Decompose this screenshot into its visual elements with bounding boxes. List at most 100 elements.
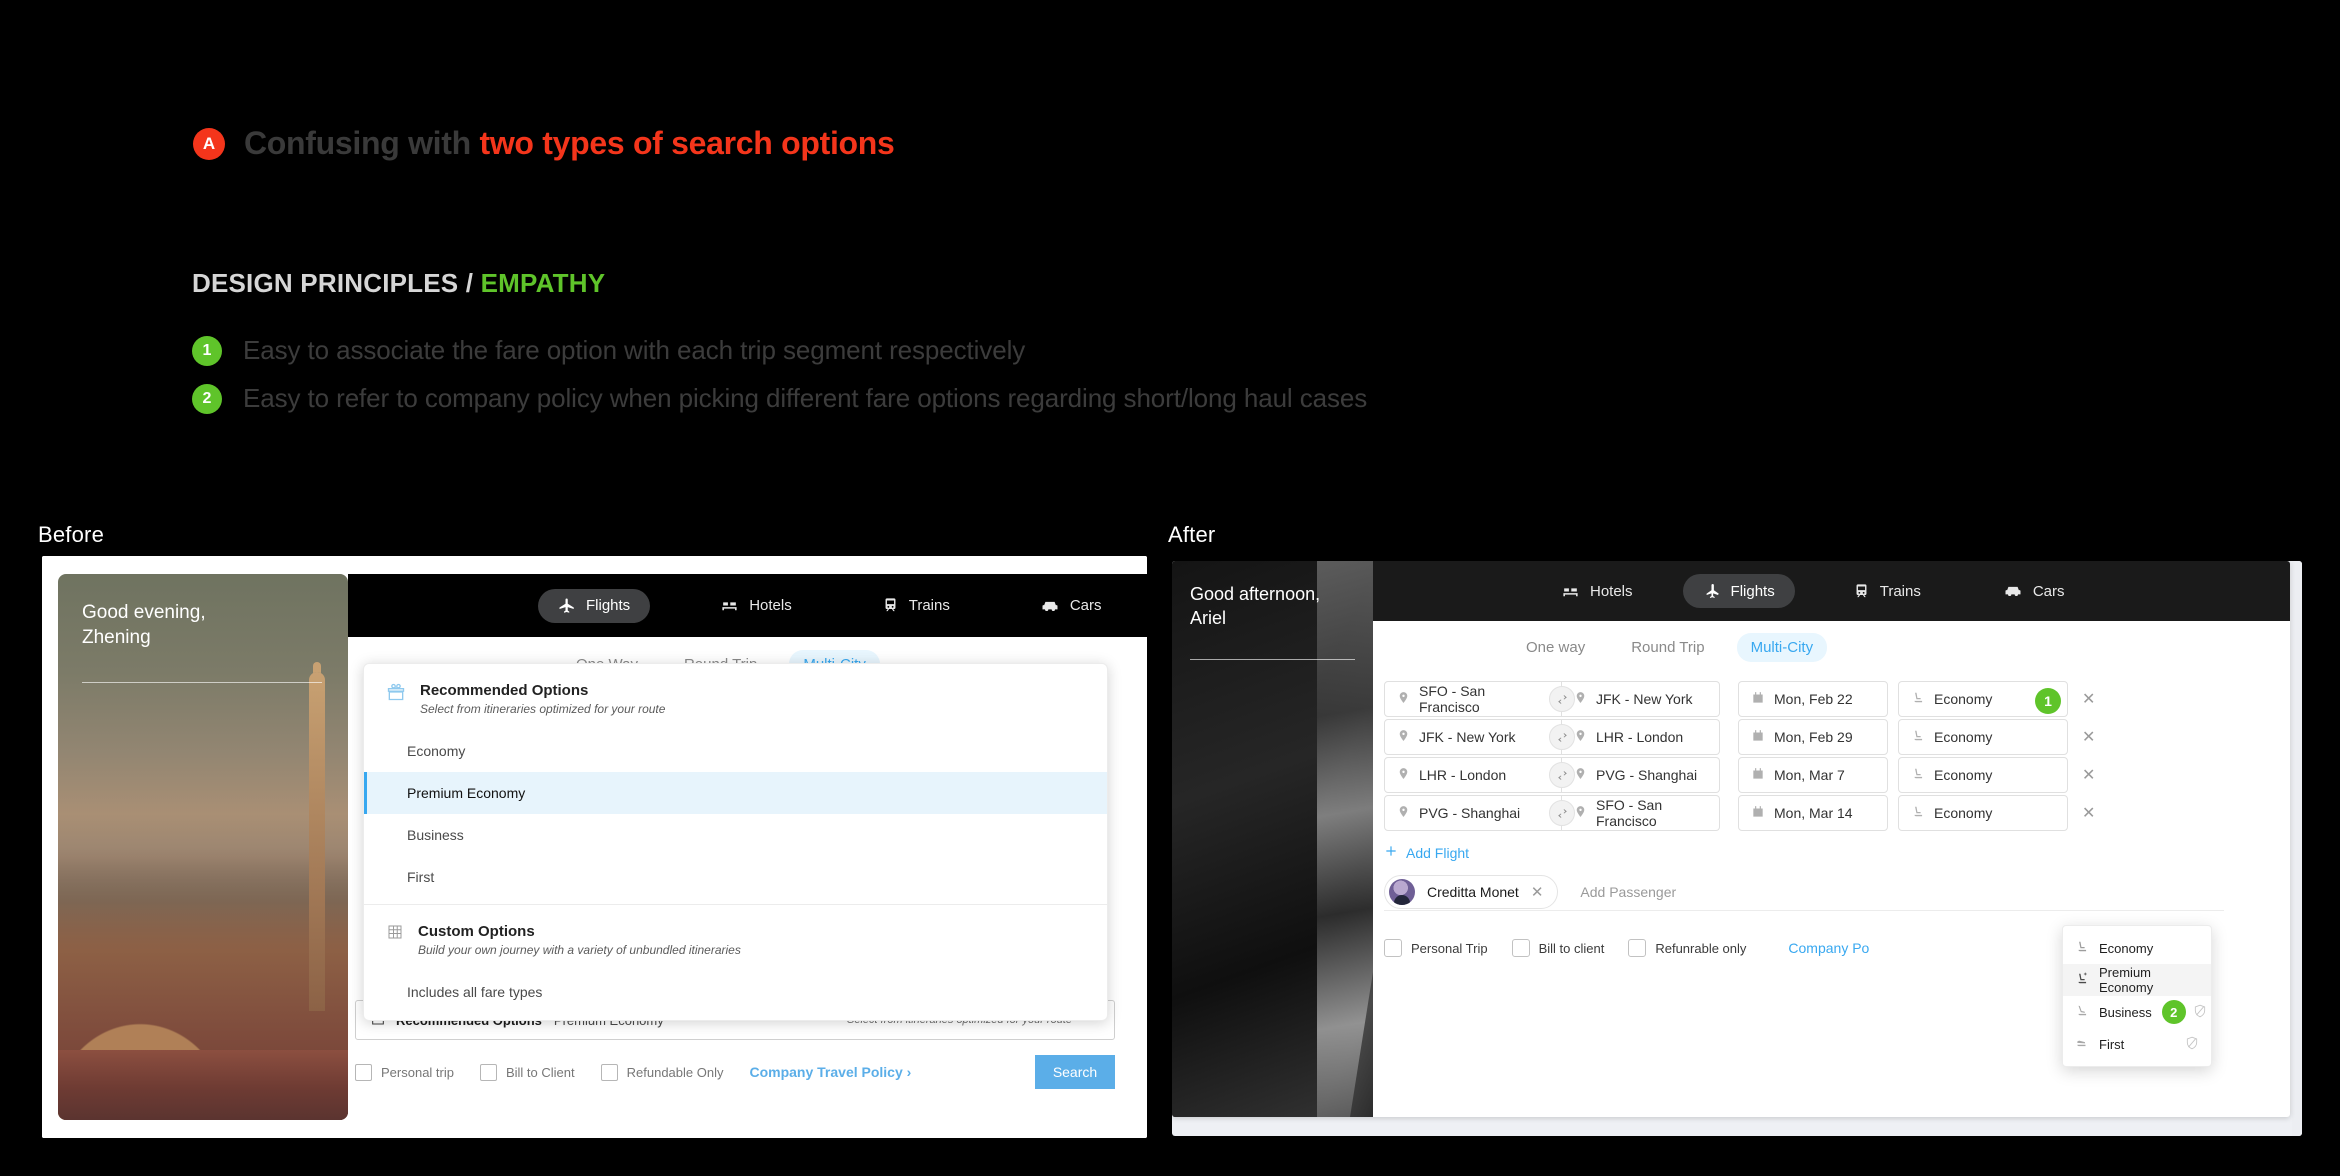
after-date-value-2: Mon, Feb 29 xyxy=(1774,729,1853,745)
before-custom-option-all-fare-types[interactable]: Includes all fare types xyxy=(364,971,1107,1020)
problem-badge-a: A xyxy=(193,127,225,160)
after-tab-round-trip[interactable]: Round Trip xyxy=(1617,633,1718,662)
after-destination-input-2[interactable]: LHR - London xyxy=(1562,719,1720,755)
after-nav-cars-label: Cars xyxy=(2032,582,2065,600)
pin-icon xyxy=(1397,767,1410,783)
checkbox-box[interactable] xyxy=(479,1063,497,1081)
before-custom-title: Custom Options xyxy=(418,923,535,940)
before-nav-hotels-label: Hotels xyxy=(749,597,792,614)
after-fare-input-4[interactable]: Economy xyxy=(1898,795,2068,831)
after-nav-flights[interactable]: Flights xyxy=(1682,574,1795,608)
after-destination-input-1[interactable]: JFK - New York xyxy=(1562,681,1720,717)
after-remove-passenger[interactable]: ✕ xyxy=(1531,883,1544,901)
after-scrollbar-track[interactable] xyxy=(2292,561,2302,1136)
after-date-input-4[interactable]: Mon, Mar 14 xyxy=(1738,795,1888,831)
before-custom-subtitle: Build your own journey with a variety of… xyxy=(418,943,741,957)
after-date-input-2[interactable]: Mon, Feb 29 xyxy=(1738,719,1888,755)
checkbox-box[interactable] xyxy=(1384,939,1402,957)
problem-annotation: A Confusing with two types of search opt… xyxy=(193,125,895,162)
design-principles-value: EMPATHY xyxy=(480,268,606,298)
swap-icon[interactable] xyxy=(1549,800,1575,826)
pin-icon xyxy=(1574,691,1587,707)
after-tab-one-way[interactable]: One way xyxy=(1512,633,1599,662)
after-add-flight-button[interactable]: Add Flight xyxy=(1384,844,1469,861)
before-hero-image: Good evening, Zhening xyxy=(58,574,348,1120)
before-checkbox-bill-to-client[interactable]: Bill to Client xyxy=(479,1063,575,1081)
grid-icon xyxy=(386,923,404,946)
swap-icon[interactable] xyxy=(1549,686,1575,712)
after-checkbox-bill-to-client[interactable]: Bill to client xyxy=(1511,939,1604,957)
swap-icon[interactable] xyxy=(1549,762,1575,788)
after-dropdown-premium-economy-label: Premium Economy xyxy=(2099,965,2154,995)
before-nav-flights-label: Flights xyxy=(586,597,631,614)
after-segment-row: JFK - New York LHR - London Mon, Feb 29 … xyxy=(1384,719,2095,755)
after-date-value-4: Mon, Mar 14 xyxy=(1774,805,1853,821)
before-checkbox-personal-trip[interactable]: Personal trip xyxy=(355,1063,454,1081)
checkbox-box[interactable] xyxy=(1511,939,1530,957)
plane-icon xyxy=(558,597,576,615)
before-nav-hotels[interactable]: Hotels xyxy=(700,588,812,623)
problem-statement: Confusing with two types of search optio… xyxy=(244,125,895,162)
after-tab-multi-city[interactable]: Multi-City xyxy=(1736,633,1828,662)
before-nav-cars[interactable]: Cars xyxy=(1020,588,1122,624)
after-checkbox-personal-trip[interactable]: Personal Trip xyxy=(1384,939,1488,957)
swap-icon[interactable] xyxy=(1549,724,1575,750)
after-company-policy-link[interactable]: Company Po xyxy=(1788,940,1869,956)
bed-icon xyxy=(720,596,739,615)
after-segment-row: LHR - London PVG - Shanghai Mon, Mar 7 E… xyxy=(1384,757,2095,793)
after-nav-trains[interactable]: Trains xyxy=(1833,575,1941,608)
before-checkbox-refundable-only[interactable]: Refundable Only xyxy=(600,1063,723,1081)
design-principles-list: 1 Easy to associate the fare option with… xyxy=(192,335,1367,431)
checkbox-box[interactable] xyxy=(600,1063,618,1081)
after-fare-input-3[interactable]: Economy xyxy=(1898,757,2068,793)
after-remove-segment-1[interactable]: ✕ xyxy=(2082,689,2095,709)
after-segment-row: PVG - Shanghai SFO - San Francisco Mon, … xyxy=(1384,795,2095,831)
before-greeting: Good evening, Zhening xyxy=(82,600,206,651)
before-nav-trains-label: Trains xyxy=(908,597,950,614)
after-dropdown-business[interactable]: Business 2 xyxy=(2063,996,2211,1028)
checkbox-box[interactable] xyxy=(355,1063,372,1081)
after-dropdown-premium-economy[interactable]: Premium Economy xyxy=(2063,964,2211,996)
after-remove-segment-2[interactable]: ✕ xyxy=(2082,727,2095,747)
before-fare-option-premium-economy[interactable]: Premium Economy xyxy=(364,772,1107,814)
after-greeting-line2: Ariel xyxy=(1190,607,1227,628)
checkbox-box[interactable] xyxy=(1628,939,1647,957)
pin-icon xyxy=(1574,729,1587,745)
after-dropdown-economy[interactable]: Economy xyxy=(2063,932,2211,964)
after-checkbox-refundable-only[interactable]: Refunrable only xyxy=(1628,939,1746,957)
before-fare-option-first[interactable]: First xyxy=(364,856,1107,898)
before-search-button[interactable]: Search xyxy=(1035,1055,1115,1089)
after-date-value-1: Mon, Feb 22 xyxy=(1774,691,1853,707)
after-destination-input-3[interactable]: PVG - Shanghai xyxy=(1562,757,1720,793)
before-fare-option-economy[interactable]: Economy xyxy=(364,730,1107,772)
before-nav-flights[interactable]: Flights xyxy=(538,588,651,623)
before-nav-trains[interactable]: Trains xyxy=(862,589,970,622)
callout-badge-1: 1 xyxy=(2035,688,2061,714)
after-destination-value-1: JFK - New York xyxy=(1596,691,1693,707)
after-remove-segment-3[interactable]: ✕ xyxy=(2082,765,2095,785)
after-hero-image: Good afternoon, Ariel xyxy=(1172,561,1373,1117)
after-origin-input-1[interactable]: SFO - San Francisco xyxy=(1384,681,1562,717)
after-dropdown-business-right: 2 xyxy=(2161,1000,2207,1024)
after-passenger-chip[interactable]: Creditta Monet ✕ xyxy=(1384,874,1559,909)
after-destination-input-4[interactable]: SFO - San Francisco xyxy=(1562,795,1720,831)
after-nav-cars[interactable]: Cars xyxy=(1983,573,2085,609)
after-origin-input-4[interactable]: PVG - Shanghai xyxy=(1384,795,1562,831)
after-passenger-name: Creditta Monet xyxy=(1427,883,1519,900)
after-nav-hotels[interactable]: Hotels xyxy=(1541,574,1653,609)
after-remove-segment-4[interactable]: ✕ xyxy=(2082,803,2095,823)
after-checkbox-refundable-only-label: Refunrable only xyxy=(1655,940,1747,956)
after-origin-input-3[interactable]: LHR - London xyxy=(1384,757,1562,793)
after-origin-value-2: JFK - New York xyxy=(1419,729,1516,745)
after-origin-input-2[interactable]: JFK - New York xyxy=(1384,719,1562,755)
after-fare-input-2[interactable]: Economy xyxy=(1898,719,2068,755)
before-company-travel-policy-link[interactable]: Company Travel Policy › xyxy=(749,1064,911,1080)
after-dropdown-first[interactable]: First xyxy=(2063,1028,2211,1060)
after-fare-value-4: Economy xyxy=(1934,805,1993,821)
after-date-input-1[interactable]: Mon, Feb 22 xyxy=(1738,681,1888,717)
after-date-input-3[interactable]: Mon, Mar 7 xyxy=(1738,757,1888,793)
before-fare-option-business[interactable]: Business xyxy=(364,814,1107,856)
after-fare-dropdown: Economy Premium Economy Business 2 First xyxy=(2062,925,2212,1067)
after-trip-tabs: One way Round Trip Multi-City xyxy=(1512,633,1828,662)
after-add-passenger-placeholder[interactable]: Add Passenger xyxy=(1580,884,1676,900)
